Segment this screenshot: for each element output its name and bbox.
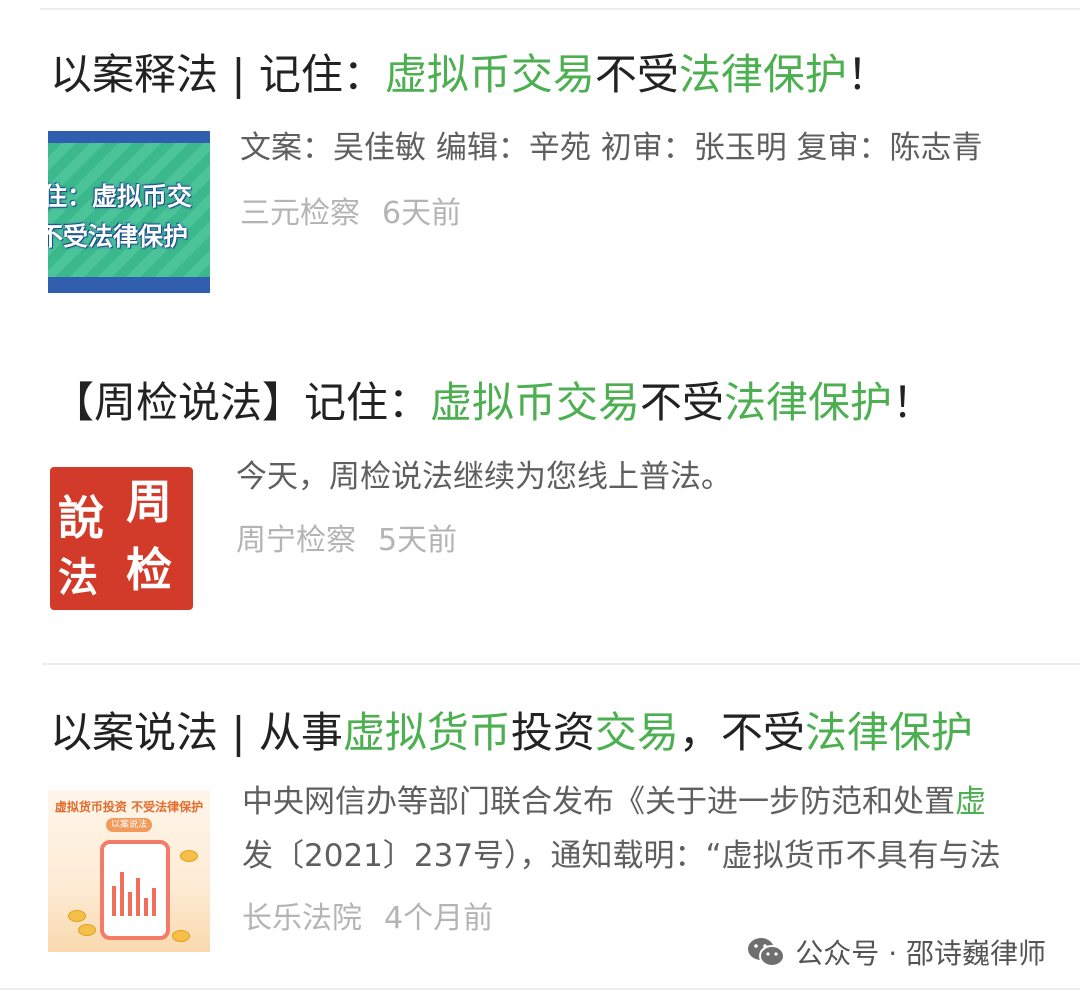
title-keyword-highlight: 交易 <box>594 708 679 757</box>
divider <box>0 988 1080 990</box>
title-keyword-highlight: 虚拟币交易 <box>384 50 595 99</box>
result-thumbnail[interactable]: 周 說 检 法 <box>50 467 193 610</box>
snippet-keyword-highlight: 虚 <box>955 784 986 820</box>
snippet-text: 中央网信办等部门联合发布《关于进一步防范和处置 <box>242 784 955 820</box>
title-keyword-highlight: 法律保护 <box>724 378 893 427</box>
coin-illustration <box>78 924 96 936</box>
snippet-text: 今天，周检说法继续为您线上普法。 <box>236 459 732 495</box>
title-keyword-highlight: 虚拟币交易 <box>430 378 641 427</box>
seal-char: 法 <box>58 554 98 601</box>
seal-char: 說 <box>58 491 104 545</box>
title-text: 不受 <box>594 50 679 99</box>
title-keyword-highlight: 虚拟货币 <box>342 708 511 757</box>
title-text: ！ <box>846 50 889 99</box>
result-snippet: 今天，周检说法继续为您线上普法。 <box>236 454 732 500</box>
result-title[interactable]: 以案释法 | 记住：虚拟币交易不受法律保护！ <box>50 47 889 103</box>
result-source[interactable]: 长乐法院 <box>242 901 362 936</box>
result-meta: 长乐法院 4个月前 <box>242 898 493 940</box>
coin-illustration <box>180 850 198 862</box>
coin-illustration <box>68 910 86 922</box>
thumbnail-caption: 住：虚拟币交 <box>48 182 193 211</box>
title-text: 以案说法 | 从事 <box>50 708 343 757</box>
title-text: 不受 <box>640 378 725 427</box>
coin-illustration <box>172 930 190 942</box>
seal-char: 周 <box>126 475 172 529</box>
snippet-text: 文案：吴佳敏 编辑：辛苑 初审：张玉明 复审：陈志青 <box>240 130 983 166</box>
title-text: ，不受 <box>678 708 805 757</box>
watermark-text: 公众号 · 邵诗巍律师 <box>795 937 1046 970</box>
thumbnail-caption: 不受法律保护 <box>48 222 189 251</box>
title-text: 以案释法 | 记住： <box>50 50 385 99</box>
title-text: 【周检说法】记住： <box>52 378 431 427</box>
title-keyword-highlight: 法律保护 <box>804 708 973 757</box>
snippet-text: 发〔2021〕237号），通知载明：“虚拟货币不具有与法 <box>242 838 1001 874</box>
thumbnail-caption: 虚拟货币投资 不受法律保护 <box>54 800 204 814</box>
thumbnail-badge: 以案说法 <box>106 818 152 832</box>
title-text: 投资 <box>510 708 595 757</box>
result-source[interactable]: 三元检察 <box>240 196 360 231</box>
wechat-icon <box>748 938 786 967</box>
result-meta: 周宁检察 5天前 <box>236 520 457 562</box>
phone-illustration <box>100 840 170 940</box>
divider <box>42 663 1080 665</box>
result-snippet: 文案：吴佳敏 编辑：辛苑 初审：张玉明 复审：陈志青 <box>240 125 983 171</box>
result-snippet: 发〔2021〕237号），通知载明：“虚拟货币不具有与法 <box>242 833 1001 879</box>
result-source[interactable]: 周宁检察 <box>236 523 356 558</box>
title-keyword-highlight: 法律保护 <box>678 50 847 99</box>
result-thumbnail[interactable]: 虚拟货币投资 不受法律保护 以案说法 <box>48 790 210 952</box>
divider <box>40 8 1080 10</box>
result-date: 6天前 <box>382 196 462 231</box>
result-date: 5天前 <box>378 523 458 558</box>
seal-logo: 周 說 检 法 <box>50 467 193 610</box>
title-text: ！ <box>892 378 935 427</box>
result-snippet: 中央网信办等部门联合发布《关于进一步防范和处置虚 <box>242 779 986 825</box>
result-title[interactable]: 【周检说法】记住：虚拟币交易不受法律保护！ <box>52 375 934 431</box>
result-date: 4个月前 <box>384 901 494 936</box>
search-results-page: 以案释法 | 记住：虚拟币交易不受法律保护！ 住：虚拟币交 不受法律保护 文案：… <box>0 0 1080 998</box>
result-meta: 三元检察 6天前 <box>240 193 461 235</box>
result-thumbnail[interactable]: 住：虚拟币交 不受法律保护 <box>48 131 210 293</box>
watermark: 公众号 · 邵诗巍律师 <box>747 932 1046 972</box>
result-title[interactable]: 以案说法 | 从事虚拟货币投资交易，不受法律保护 <box>50 705 973 761</box>
seal-char: 检 <box>126 543 172 597</box>
